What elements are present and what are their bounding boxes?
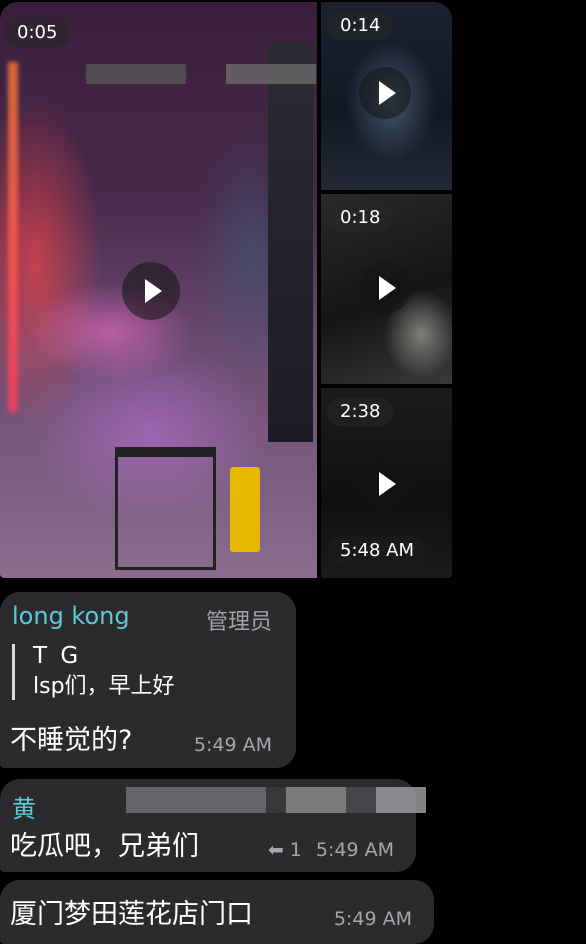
reply-quote[interactable]: T G lsp们，早上好 bbox=[12, 644, 293, 700]
blurred-region bbox=[126, 787, 426, 813]
message-time: 5:49 AM bbox=[315, 839, 394, 861]
video-duration-badge: 2:38 bbox=[327, 398, 394, 426]
play-icon[interactable] bbox=[122, 262, 180, 320]
message-bubble[interactable]: 厦门梦田莲花店门口 5:49 AM bbox=[0, 880, 434, 944]
blurred-region bbox=[226, 64, 316, 84]
sender-name[interactable]: 黄 bbox=[12, 789, 36, 824]
pillar-decor bbox=[268, 42, 313, 442]
message-text: 吃瓜吧，兄弟们 bbox=[10, 831, 199, 862]
quote-sender: T G bbox=[33, 643, 82, 669]
message-bubble[interactable]: long kong 管理员 T G lsp们，早上好 不睡觉的? 5:49 AM bbox=[0, 592, 296, 768]
play-icon[interactable] bbox=[359, 262, 411, 314]
message-time: 5:49 AM bbox=[193, 734, 272, 756]
sender-name[interactable]: long kong bbox=[12, 602, 130, 630]
reply-count[interactable]: ⬅ 1 5:49 AM bbox=[268, 839, 394, 861]
video-thumbnail-2[interactable]: 0:14 bbox=[321, 2, 452, 190]
quote-text: lsp们，早上好 bbox=[33, 674, 175, 699]
reply-arrow-icon: ⬅ bbox=[267, 839, 284, 861]
video-duration-badge: 0:18 bbox=[327, 204, 394, 232]
no-parking-sign bbox=[230, 467, 260, 552]
play-icon[interactable] bbox=[359, 458, 411, 510]
video-thumbnail-3[interactable]: 0:18 bbox=[321, 194, 452, 384]
play-icon[interactable] bbox=[359, 67, 411, 119]
message-text: 厦门梦田莲花店门口 bbox=[10, 899, 253, 930]
video-duration-badge: 0:14 bbox=[327, 12, 394, 40]
message-time: 5:49 AM bbox=[333, 908, 412, 930]
chair-decor bbox=[115, 447, 216, 570]
message-bubble[interactable]: 黄 吃瓜吧，兄弟们 ⬅ 1 5:49 AM bbox=[0, 779, 426, 872]
message-text: 不睡觉的? bbox=[10, 725, 133, 756]
reply-count-value: 1 bbox=[289, 839, 302, 861]
video-duration-badge: 0:05 bbox=[4, 18, 71, 48]
video-album: 0:05 0:14 0:18 2:38 5:48 AM bbox=[0, 2, 452, 578]
admin-role-badge: 管理员 bbox=[205, 610, 272, 635]
neon-light-decor bbox=[8, 62, 18, 412]
album-timestamp: 5:48 AM bbox=[328, 536, 426, 566]
video-thumbnail-main[interactable]: 0:05 bbox=[0, 2, 317, 578]
blurred-region bbox=[86, 64, 186, 84]
